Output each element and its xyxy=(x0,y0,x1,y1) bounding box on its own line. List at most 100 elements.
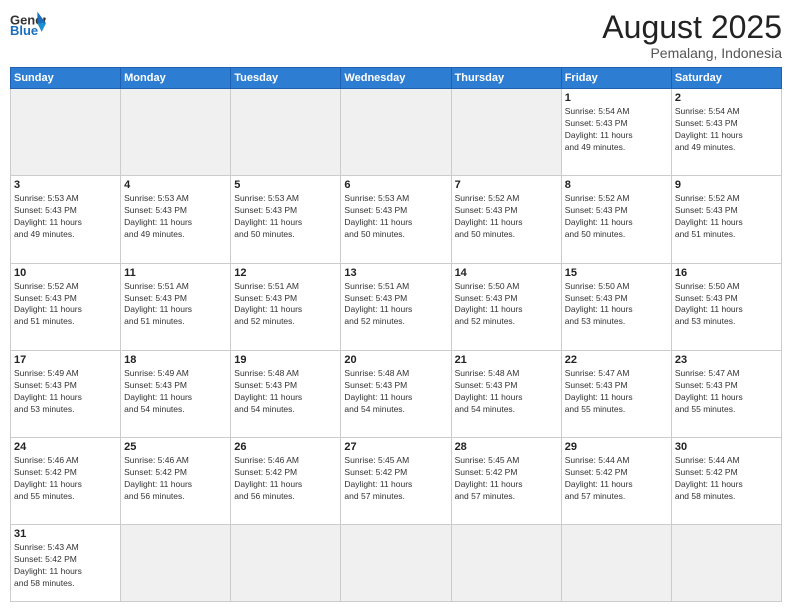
calendar-cell: 26 Sunrise: 5:46 AM Sunset: 5:42 PM Dayli… xyxy=(231,438,341,525)
day-number: 4 xyxy=(124,179,227,191)
calendar-cell xyxy=(231,525,341,602)
calendar-cell: 4Sunrise: 5:53 AM Sunset: 5:43 PM Daylig… xyxy=(121,176,231,263)
weekday-header-row: SundayMondayTuesdayWednesdayThursdayFrid… xyxy=(11,68,782,89)
day-info: Sunrise: 5:48 AM Sunset: 5:43 PM Dayligh… xyxy=(344,368,447,416)
day-info: Sunrise: 5:53 AM Sunset: 5:43 PM Dayligh… xyxy=(344,193,447,241)
svg-text:Blue: Blue xyxy=(10,23,38,38)
calendar-cell: 30 Sunrise: 5:44 AM Sunset: 5:42 PM Dayli… xyxy=(671,438,781,525)
location-subtitle: Pemalang, Indonesia xyxy=(602,45,782,61)
day-number: 31 xyxy=(14,528,117,540)
calendar-cell: 21 Sunrise: 5:48 AM Sunset: 5:43 PM Dayli… xyxy=(451,350,561,437)
day-info: Sunrise: 5:51 AM Sunset: 5:43 PM Dayligh… xyxy=(234,281,337,329)
calendar-cell xyxy=(561,525,671,602)
day-info: Sunrise: 5:46 AM Sunset: 5:42 PM Dayligh… xyxy=(234,455,337,503)
calendar-cell: 14 Sunrise: 5:50 AM Sunset: 5:43 PM Dayli… xyxy=(451,263,561,350)
header: General Blue August 2025 Pemalang, Indon… xyxy=(10,10,782,61)
calendar-cell xyxy=(451,89,561,176)
day-info: Sunrise: 5:46 AM Sunset: 5:42 PM Dayligh… xyxy=(124,455,227,503)
day-info: Sunrise: 5:48 AM Sunset: 5:43 PM Dayligh… xyxy=(234,368,337,416)
calendar-cell: 2Sunrise: 5:54 AM Sunset: 5:43 PM Daylig… xyxy=(671,89,781,176)
calendar-cell: 15Sunrise: 5:50 AM Sunset: 5:43 PM Dayli… xyxy=(561,263,671,350)
day-number: 1 xyxy=(565,92,668,104)
weekday-header-monday: Monday xyxy=(121,68,231,89)
logo: General Blue xyxy=(10,10,46,38)
day-number: 30 xyxy=(675,441,778,453)
day-info: Sunrise: 5:45 AM Sunset: 5:42 PM Dayligh… xyxy=(344,455,447,503)
day-info: Sunrise: 5:44 AM Sunset: 5:42 PM Dayligh… xyxy=(565,455,668,503)
calendar-cell xyxy=(121,525,231,602)
calendar-week-row: 3 Sunrise: 5:53 AM Sunset: 5:43 PM Daylig… xyxy=(11,176,782,263)
page: General Blue August 2025 Pemalang, Indon… xyxy=(0,0,792,612)
calendar-week-row: 24 Sunrise: 5:46 AM Sunset: 5:42 PM Dayli… xyxy=(11,438,782,525)
day-number: 26 xyxy=(234,441,337,453)
weekday-header-wednesday: Wednesday xyxy=(341,68,451,89)
title-block: August 2025 Pemalang, Indonesia xyxy=(602,10,782,61)
day-number: 16 xyxy=(675,267,778,279)
calendar-cell: 27Sunrise: 5:45 AM Sunset: 5:42 PM Dayli… xyxy=(341,438,451,525)
day-number: 24 xyxy=(14,441,117,453)
logo-icon: General Blue xyxy=(10,10,46,38)
day-number: 10 xyxy=(14,267,117,279)
calendar-cell xyxy=(341,525,451,602)
day-info: Sunrise: 5:53 AM Sunset: 5:43 PM Dayligh… xyxy=(14,193,117,241)
weekday-header-sunday: Sunday xyxy=(11,68,121,89)
day-info: Sunrise: 5:53 AM Sunset: 5:43 PM Dayligh… xyxy=(234,193,337,241)
calendar-cell: 16Sunrise: 5:50 AM Sunset: 5:43 PM Dayli… xyxy=(671,263,781,350)
calendar-cell: 25Sunrise: 5:46 AM Sunset: 5:42 PM Dayli… xyxy=(121,438,231,525)
day-info: Sunrise: 5:54 AM Sunset: 5:43 PM Dayligh… xyxy=(675,106,778,154)
day-number: 22 xyxy=(565,354,668,366)
calendar-cell: 12 Sunrise: 5:51 AM Sunset: 5:43 PM Dayli… xyxy=(231,263,341,350)
calendar-cell: 23 Sunrise: 5:47 AM Sunset: 5:43 PM Dayli… xyxy=(671,350,781,437)
calendar-cell: 22Sunrise: 5:47 AM Sunset: 5:43 PM Dayli… xyxy=(561,350,671,437)
day-info: Sunrise: 5:52 AM Sunset: 5:43 PM Dayligh… xyxy=(14,281,117,329)
calendar-cell: 13Sunrise: 5:51 AM Sunset: 5:43 PM Dayli… xyxy=(341,263,451,350)
calendar-cell: 5 Sunrise: 5:53 AM Sunset: 5:43 PM Daylig… xyxy=(231,176,341,263)
calendar-cell: 1Sunrise: 5:54 AM Sunset: 5:43 PM Daylig… xyxy=(561,89,671,176)
calendar-cell: 11 Sunrise: 5:51 AM Sunset: 5:43 PM Dayli… xyxy=(121,263,231,350)
calendar-week-row: 17Sunrise: 5:49 AM Sunset: 5:43 PM Dayli… xyxy=(11,350,782,437)
weekday-header-saturday: Saturday xyxy=(671,68,781,89)
calendar-cell: 19 Sunrise: 5:48 AM Sunset: 5:43 PM Dayli… xyxy=(231,350,341,437)
day-number: 7 xyxy=(455,179,558,191)
day-info: Sunrise: 5:49 AM Sunset: 5:43 PM Dayligh… xyxy=(14,368,117,416)
day-number: 18 xyxy=(124,354,227,366)
day-number: 21 xyxy=(455,354,558,366)
day-info: Sunrise: 5:44 AM Sunset: 5:42 PM Dayligh… xyxy=(675,455,778,503)
calendar-cell: 24 Sunrise: 5:46 AM Sunset: 5:42 PM Dayli… xyxy=(11,438,121,525)
day-number: 11 xyxy=(124,267,227,279)
day-number: 5 xyxy=(234,179,337,191)
calendar-table: SundayMondayTuesdayWednesdayThursdayFrid… xyxy=(10,67,782,602)
day-number: 12 xyxy=(234,267,337,279)
day-info: Sunrise: 5:52 AM Sunset: 5:43 PM Dayligh… xyxy=(565,193,668,241)
day-number: 15 xyxy=(565,267,668,279)
day-info: Sunrise: 5:48 AM Sunset: 5:43 PM Dayligh… xyxy=(455,368,558,416)
day-number: 6 xyxy=(344,179,447,191)
day-number: 23 xyxy=(675,354,778,366)
calendar-cell xyxy=(231,89,341,176)
calendar-cell xyxy=(451,525,561,602)
day-number: 3 xyxy=(14,179,117,191)
calendar-cell: 7Sunrise: 5:52 AM Sunset: 5:43 PM Daylig… xyxy=(451,176,561,263)
calendar-cell: 8Sunrise: 5:52 AM Sunset: 5:43 PM Daylig… xyxy=(561,176,671,263)
calendar-cell: 31 Sunrise: 5:43 AM Sunset: 5:42 PM Dayli… xyxy=(11,525,121,602)
day-number: 14 xyxy=(455,267,558,279)
calendar-cell: 29Sunrise: 5:44 AM Sunset: 5:42 PM Dayli… xyxy=(561,438,671,525)
day-number: 20 xyxy=(344,354,447,366)
calendar-cell xyxy=(121,89,231,176)
calendar-week-row: 1 Sunrise: 5:54 AM Sunset: 5:43 PM Daylig… xyxy=(11,89,782,176)
day-info: Sunrise: 5:43 AM Sunset: 5:42 PM Dayligh… xyxy=(14,542,117,590)
calendar-week-row: 10 Sunrise: 5:52 AM Sunset: 5:43 PM Dayli… xyxy=(11,263,782,350)
calendar-week-row: 31 Sunrise: 5:43 AM Sunset: 5:42 PM Dayli… xyxy=(11,525,782,602)
day-number: 28 xyxy=(455,441,558,453)
calendar-cell xyxy=(341,89,451,176)
day-number: 19 xyxy=(234,354,337,366)
day-info: Sunrise: 5:46 AM Sunset: 5:42 PM Dayligh… xyxy=(14,455,117,503)
calendar-cell xyxy=(11,89,121,176)
calendar-cell: 9Sunrise: 5:52 AM Sunset: 5:43 PM Daylig… xyxy=(671,176,781,263)
calendar-cell: 18Sunrise: 5:49 AM Sunset: 5:43 PM Dayli… xyxy=(121,350,231,437)
weekday-header-friday: Friday xyxy=(561,68,671,89)
day-info: Sunrise: 5:47 AM Sunset: 5:43 PM Dayligh… xyxy=(675,368,778,416)
day-info: Sunrise: 5:51 AM Sunset: 5:43 PM Dayligh… xyxy=(124,281,227,329)
day-info: Sunrise: 5:52 AM Sunset: 5:43 PM Dayligh… xyxy=(675,193,778,241)
day-info: Sunrise: 5:50 AM Sunset: 5:43 PM Dayligh… xyxy=(455,281,558,329)
